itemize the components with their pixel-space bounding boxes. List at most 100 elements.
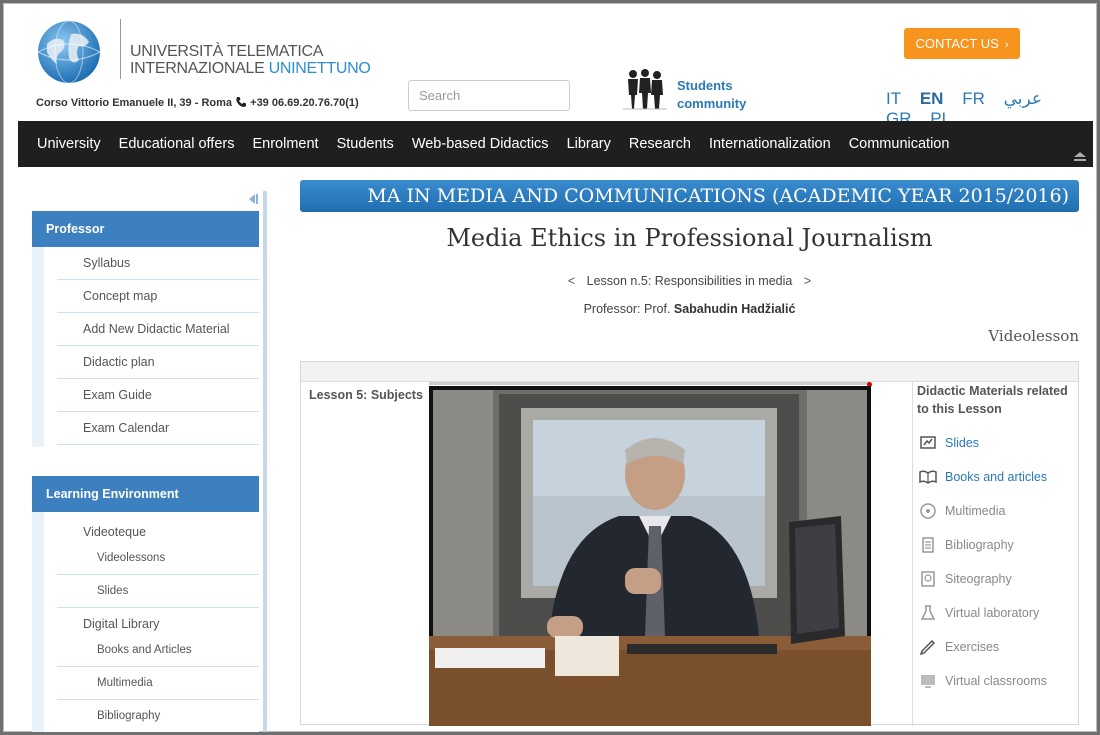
lang-en[interactable]: EN [920, 89, 944, 108]
nav-educational-offers[interactable]: Educational offers [119, 136, 235, 152]
university-name: UNIVERSITÀ TELEMATICA INTERNAZIONALE UNI… [130, 43, 371, 77]
exercises-icon [919, 639, 936, 656]
materials-divider [912, 382, 913, 726]
collapse-sidebar-icon[interactable] [247, 193, 259, 205]
content-topbar [301, 362, 1078, 382]
material-virtual-classrooms-label: Virtual classrooms [945, 674, 1047, 688]
address-text: Corso Vittorio Emanuele II, 39 - Roma [36, 97, 233, 109]
professor-line: Professor: Prof. Sabahudin Hadžialić [300, 302, 1079, 316]
lang-fr[interactable]: FR [962, 89, 985, 108]
lang-it[interactable]: IT [886, 89, 901, 108]
globe-logo-icon [37, 20, 101, 84]
material-virtual-laboratory[interactable]: Virtual laboratory [919, 596, 1079, 630]
university-name-line1: UNIVERSITÀ TELEMATICA [130, 43, 324, 60]
material-multimedia[interactable]: Multimedia [919, 494, 1079, 528]
sidebar-item-add-didactic-material[interactable]: Add New Didactic Material [57, 313, 259, 346]
chevron-right-icon: › [1004, 39, 1009, 51]
sidebar-item-multimedia[interactable]: Multimedia [57, 667, 259, 700]
page-frame: UNIVERSITÀ TELEMATICA INTERNAZIONALE UNI… [0, 0, 1100, 735]
university-name-line2-a: INTERNAZIONALE [130, 60, 269, 77]
materials-list: Slides Books and articles Multimedia Bib… [919, 426, 1079, 698]
lesson-label: Lesson n.5: Responsibilities in media [586, 274, 793, 288]
lang-ar[interactable]: عربي [1004, 89, 1042, 108]
learning-environment-box: Videoteque Videolessons Slides Digital L… [32, 512, 259, 732]
video-frame-image [429, 386, 871, 726]
material-virtual-classrooms[interactable]: Virtual classrooms [919, 664, 1079, 698]
material-slides[interactable]: Slides [919, 426, 1079, 460]
video-progress-track[interactable] [429, 382, 871, 385]
material-bibliography-label: Bibliography [945, 538, 1014, 552]
learning-environment-header[interactable]: Learning Environment [32, 476, 259, 512]
sidebar-group-digital-library[interactable]: Digital Library [57, 608, 259, 640]
nav-research[interactable]: Research [629, 136, 691, 152]
logo-divider [120, 19, 121, 79]
students-silhouette-icon [623, 69, 667, 110]
professor-section-box: Syllabus Concept map Add New Didactic Ma… [32, 247, 259, 447]
students-community-link[interactable]: Students community [621, 67, 771, 117]
material-bibliography[interactable]: Bibliography [919, 528, 1079, 562]
video-player[interactable] [429, 386, 871, 726]
contact-us-label: CONTACT US [915, 36, 999, 51]
sidebar-group-videoteque[interactable]: Videoteque [57, 512, 259, 549]
classroom-icon [921, 675, 935, 688]
nav-internationalization[interactable]: Internationalization [709, 136, 831, 152]
sidebar-item-slides[interactable]: Slides [57, 575, 259, 608]
multimedia-icon [920, 503, 936, 519]
lesson-content-box: Lesson 5: Subjects Didactic Materials re… [300, 361, 1079, 726]
material-siteography-label: Siteography [945, 572, 1012, 586]
lesson-subjects-label[interactable]: Lesson 5: Subjects [309, 388, 423, 402]
material-exercises-label: Exercises [945, 640, 1000, 654]
page-title: Media Ethics in Professional Journalism [446, 224, 933, 252]
material-virtual-laboratory-label: Virtual laboratory [945, 606, 1040, 620]
students-label-line2: community [677, 96, 747, 111]
scroll-up-icon[interactable] [1073, 151, 1087, 161]
nav-communication[interactable]: Communication [849, 136, 950, 152]
sidebar: Professor Syllabus Concept map Add New D… [32, 181, 269, 732]
nav-enrolment[interactable]: Enrolment [252, 136, 318, 152]
sidebar-item-books-articles[interactable]: Books and Articles [57, 640, 259, 667]
university-name-line2: INTERNAZIONALE UNINETTUNO [130, 60, 371, 77]
nav-students[interactable]: Students [337, 136, 394, 152]
phone-icon [236, 97, 247, 107]
sidebar-item-exam-calendar[interactable]: Exam Calendar [57, 412, 259, 445]
site-header: UNIVERSITÀ TELEMATICA INTERNAZIONALE UNI… [18, 9, 1093, 128]
section-label: Videolesson [988, 327, 1079, 345]
phone-number[interactable]: +39 06.69.20.76.70(1) [250, 97, 359, 109]
sidebar-item-exam-guide[interactable]: Exam Guide [57, 379, 259, 412]
sidebar-item-syllabus[interactable]: Syllabus [57, 247, 259, 280]
nav-web-based-didactics[interactable]: Web-based Didactics [412, 136, 549, 152]
sidebar-item-didactic-plan[interactable]: Didactic plan [57, 346, 259, 379]
material-books-articles[interactable]: Books and articles [919, 460, 1079, 494]
sidebar-scrollbar[interactable] [263, 191, 267, 732]
university-name-line2-b: UNINETTUNO [268, 60, 371, 77]
lab-icon [920, 605, 936, 620]
search-input[interactable] [408, 80, 570, 111]
materials-title: Didactic Materials related to this Lesso… [917, 384, 1068, 416]
lesson-navigation: < Lesson n.5: Responsibilities in media … [300, 274, 1079, 288]
sidebar-item-videolessons[interactable]: Videolessons [57, 549, 259, 575]
slides-icon [920, 436, 936, 449]
university-logo[interactable]: UNIVERSITÀ TELEMATICA INTERNAZIONALE UNI… [33, 15, 373, 87]
material-multimedia-label: Multimedia [945, 504, 1006, 518]
students-community-label: Students community [677, 77, 746, 113]
material-books-articles-label: Books and articles [945, 470, 1048, 484]
professor-menu: Syllabus Concept map Add New Didactic Ma… [44, 247, 259, 447]
material-slides-label: Slides [945, 436, 980, 450]
bibliography-icon [922, 537, 934, 553]
siteography-icon [921, 571, 935, 587]
sidebar-item-concept-map[interactable]: Concept map [57, 280, 259, 313]
previous-lesson-arrow[interactable]: < [568, 274, 575, 288]
book-icon [919, 470, 937, 484]
material-siteography[interactable]: Siteography [919, 562, 1079, 596]
professor-prefix: Professor: Prof. [583, 302, 674, 316]
sidebar-item-bibliography[interactable]: Bibliography [57, 700, 259, 732]
professor-section-header[interactable]: Professor [32, 211, 259, 247]
main-nav: University Educational offers Enrolment … [18, 121, 1093, 167]
professor-name: Sabahudin Hadžialić [673, 302, 796, 316]
nav-library[interactable]: Library [567, 136, 611, 152]
students-label-line1: Students [677, 78, 733, 93]
nav-university[interactable]: University [37, 136, 101, 152]
material-exercises[interactable]: Exercises [919, 630, 1079, 664]
contact-us-button[interactable]: CONTACT US › [904, 28, 1020, 59]
next-lesson-arrow[interactable]: > [804, 274, 811, 288]
